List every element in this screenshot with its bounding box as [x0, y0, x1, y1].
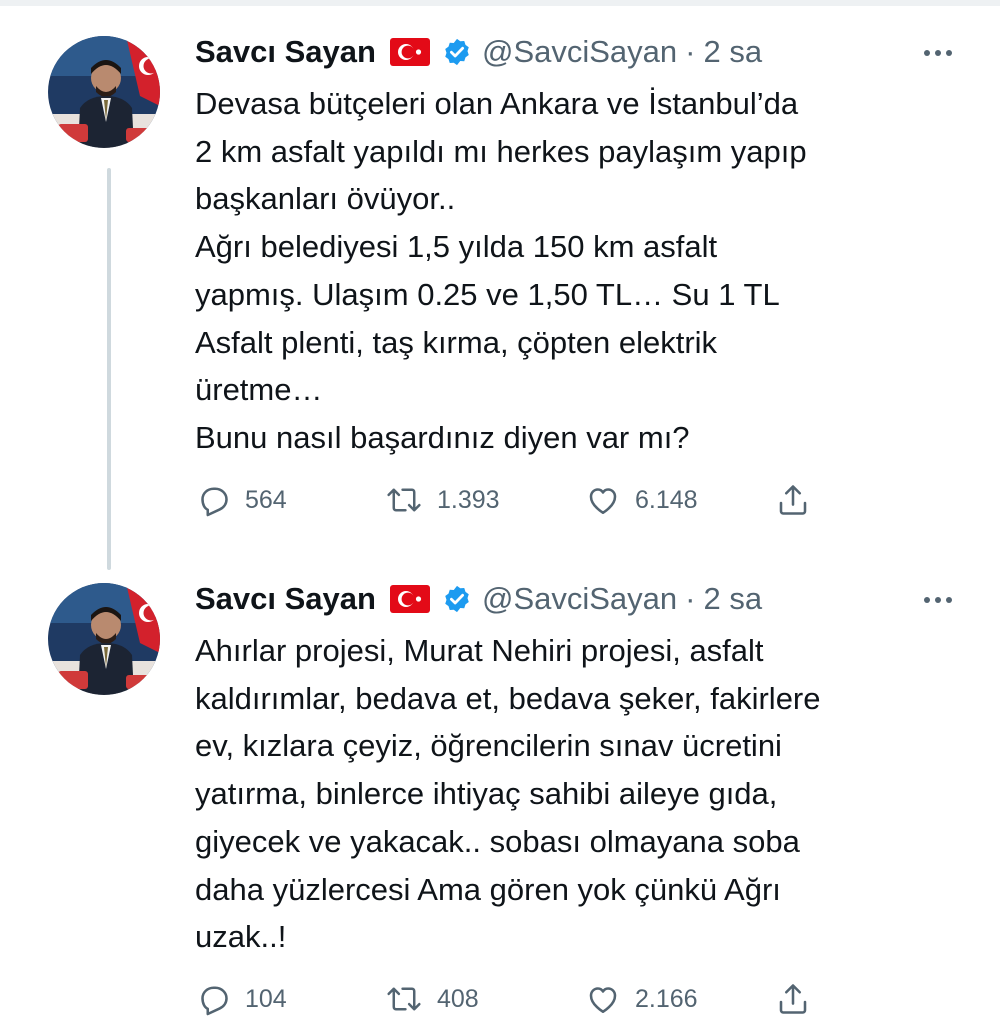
tweet-text-line: Ahırlar projesi, Murat Nehiri projesi, a… — [195, 633, 764, 668]
tweet-text-line: 2 km asfalt yapıldı mı herkes paylaşım y… — [195, 133, 807, 169]
tweet-text-line: Asfalt plenti, taş kırma, çöpten elektri… — [195, 324, 718, 360]
tweet-text-line: kaldırımlar, bedava et, bedava şeker, fa… — [195, 680, 821, 716]
tweet-text-line: giyecek ve yakacak.. sobası olmayana sob… — [195, 823, 800, 859]
more-options-icon[interactable] — [924, 38, 952, 68]
author-name[interactable]: Savcı Sayan — [195, 581, 376, 617]
tweet-text: Ahırlar projesi, Murat Nehiri projesi, a… — [195, 627, 985, 961]
like-count: 2.166 — [635, 984, 698, 1013]
tweet-text-line: uzak..! — [195, 919, 287, 955]
separator-dot: · — [685, 34, 696, 69]
retweet-icon — [385, 482, 423, 518]
top-divider — [0, 0, 1000, 6]
share-button[interactable] — [775, 480, 811, 520]
heart-icon — [585, 981, 621, 1017]
share-icon — [775, 981, 811, 1017]
retweet-button[interactable]: 408 — [385, 979, 479, 1019]
reply-icon — [195, 981, 231, 1017]
tweet-text-line: ev, kızlara çeyiz, öğrencilerin sınav üc… — [195, 728, 782, 764]
avatar[interactable] — [48, 36, 160, 148]
like-button[interactable]: 6.148 — [585, 480, 698, 520]
like-button[interactable]: 2.166 — [585, 979, 698, 1019]
more-options-icon[interactable] — [924, 585, 952, 615]
author-handle[interactable]: @SavciSayan — [482, 34, 677, 70]
tweet-text-line: Bunu nasıl başardınız diyen var mı? — [195, 419, 690, 455]
tweet-header: Savcı Sayan @SavciSayan · 2 sa — [195, 575, 762, 623]
tweet-text: Devasa bütçeleri olan Ankara ve İstanbul… — [195, 80, 985, 462]
tweet-text-line: üretme… — [195, 372, 323, 408]
reply-count: 104 — [245, 984, 287, 1013]
reply-count: 564 — [245, 485, 287, 514]
tweet-text-line: yatırma, binlerce ihtiyaç sahibi aileye … — [195, 776, 778, 812]
heart-icon — [585, 482, 621, 518]
retweet-button[interactable]: 1.393 — [385, 480, 500, 520]
tweet-actions: 104 408 2.166 — [195, 979, 835, 1019]
retweet-count: 1.393 — [437, 485, 500, 514]
turkey-flag-icon — [389, 38, 430, 66]
tweet-text-line: yapmış. Ulaşım 0.25 ve 1,50 TL… Su 1 TL — [195, 276, 780, 312]
retweet-count: 408 — [437, 984, 479, 1013]
tweet-text-line: daha yüzlercesi Ama gören yok çünkü Ağrı — [195, 871, 781, 907]
verified-badge-icon — [442, 584, 472, 614]
tweet-text-line: Ağrı belediyesi 1,5 yılda 150 km asfalt — [195, 229, 718, 265]
avatar[interactable] — [48, 583, 160, 695]
tweet-header: Savcı Sayan @SavciSayan · 2 sa — [195, 28, 762, 76]
separator-dot: · — [685, 581, 696, 616]
tweet-timestamp[interactable]: 2 sa — [703, 34, 762, 70]
thread-connector-line — [107, 168, 111, 570]
tweet-text-line: Devasa bütçeleri olan Ankara ve İstanbul… — [195, 86, 799, 121]
tweet-actions: 564 1.393 6.148 — [195, 480, 835, 520]
author-handle[interactable]: @SavciSayan — [482, 581, 677, 617]
author-name[interactable]: Savcı Sayan — [195, 34, 376, 70]
like-count: 6.148 — [635, 485, 698, 514]
share-button[interactable] — [775, 979, 811, 1019]
reply-button[interactable]: 104 — [195, 979, 287, 1019]
turkey-flag-icon — [389, 585, 430, 613]
tweet-text-line: başkanları övüyor.. — [195, 181, 456, 217]
share-icon — [775, 482, 811, 518]
tweet-timestamp[interactable]: 2 sa — [703, 581, 762, 617]
reply-icon — [195, 482, 231, 518]
retweet-icon — [385, 981, 423, 1017]
verified-badge-icon — [442, 37, 472, 67]
reply-button[interactable]: 564 — [195, 480, 287, 520]
